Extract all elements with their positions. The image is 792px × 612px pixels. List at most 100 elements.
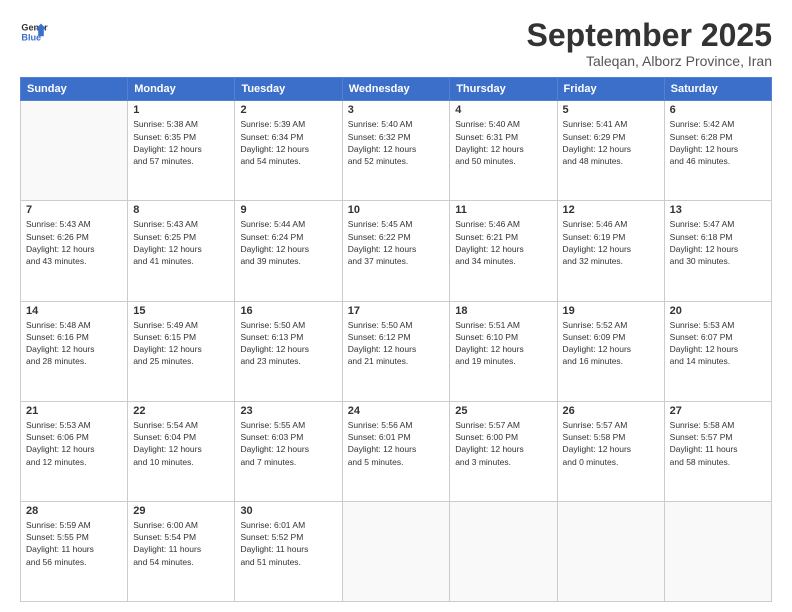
calendar-cell: 22 Sunrise: 5:54 AM Sunset: 6:04 PM Dayli…: [128, 401, 235, 501]
day-number: 21: [26, 405, 122, 417]
day-number: 15: [133, 305, 229, 317]
calendar-cell: 11Sunrise: 5:46 AM Sunset: 6:21 PM Dayli…: [450, 201, 557, 301]
day-info: Sunrise: 5:51 AM Sunset: 6:10 PM Dayligh…: [455, 319, 551, 368]
day-info: Sunrise: 5:59 AM Sunset: 5:55 PM Dayligh…: [26, 519, 122, 568]
day-number: 27: [670, 405, 766, 417]
calendar-cell: 8 Sunrise: 5:43 AM Sunset: 6:25 PM Daylig…: [128, 201, 235, 301]
calendar-cell: 27 Sunrise: 5:58 AM Sunset: 5:57 PM Dayli…: [664, 401, 771, 501]
day-info: Sunrise: 5:45 AM Sunset: 6:22 PM Dayligh…: [348, 218, 445, 267]
day-number: 2: [240, 104, 336, 116]
day-info: Sunrise: 5:40 AM Sunset: 6:32 PM Dayligh…: [348, 118, 445, 167]
day-number: 23: [240, 405, 336, 417]
header: General Blue September 2025 Taleqan, Alb…: [20, 18, 772, 69]
day-info: Sunrise: 5:47 AM Sunset: 6:18 PM Dayligh…: [670, 218, 766, 267]
title-block: September 2025 Taleqan, Alborz Province,…: [527, 18, 772, 69]
calendar-cell: 13 Sunrise: 5:47 AM Sunset: 6:18 PM Dayli…: [664, 201, 771, 301]
location-subtitle: Taleqan, Alborz Province, Iran: [527, 53, 772, 69]
calendar-week-row: 28Sunrise: 5:59 AM Sunset: 5:55 PM Dayli…: [21, 501, 772, 601]
day-number: 13: [670, 204, 766, 216]
calendar-cell: 20Sunrise: 5:53 AM Sunset: 6:07 PM Dayli…: [664, 301, 771, 401]
day-info: Sunrise: 5:43 AM Sunset: 6:25 PM Dayligh…: [133, 218, 229, 267]
svg-text:Blue: Blue: [21, 32, 41, 42]
day-number: 26: [563, 405, 659, 417]
day-info: Sunrise: 5:39 AM Sunset: 6:34 PM Dayligh…: [240, 118, 336, 167]
day-number: 30: [240, 505, 336, 517]
day-number: 24: [348, 405, 445, 417]
day-number: 12: [563, 204, 659, 216]
col-monday: Monday: [128, 78, 235, 101]
day-number: 5: [563, 104, 659, 116]
day-number: 9: [240, 204, 336, 216]
calendar-cell: [557, 501, 664, 601]
day-info: Sunrise: 5:44 AM Sunset: 6:24 PM Dayligh…: [240, 218, 336, 267]
day-number: 25: [455, 405, 551, 417]
day-info: Sunrise: 5:54 AM Sunset: 6:04 PM Dayligh…: [133, 419, 229, 468]
day-info: Sunrise: 5:55 AM Sunset: 6:03 PM Dayligh…: [240, 419, 336, 468]
calendar-cell: 16 Sunrise: 5:50 AM Sunset: 6:13 PM Dayli…: [235, 301, 342, 401]
day-number: 10: [348, 204, 445, 216]
day-number: 17: [348, 305, 445, 317]
calendar-cell: 2 Sunrise: 5:39 AM Sunset: 6:34 PM Daylig…: [235, 101, 342, 201]
day-number: 14: [26, 305, 122, 317]
day-number: 6: [670, 104, 766, 116]
calendar-cell: 26 Sunrise: 5:57 AM Sunset: 5:58 PM Dayli…: [557, 401, 664, 501]
calendar-cell: 3 Sunrise: 5:40 AM Sunset: 6:32 PM Daylig…: [342, 101, 450, 201]
calendar-cell: [21, 101, 128, 201]
calendar-week-row: 7 Sunrise: 5:43 AM Sunset: 6:26 PM Daylig…: [21, 201, 772, 301]
day-number: 29: [133, 505, 229, 517]
calendar-week-row: 21 Sunrise: 5:53 AM Sunset: 6:06 PM Dayli…: [21, 401, 772, 501]
day-info: Sunrise: 5:48 AM Sunset: 6:16 PM Dayligh…: [26, 319, 122, 368]
calendar-cell: [450, 501, 557, 601]
calendar-cell: 4Sunrise: 5:40 AM Sunset: 6:31 PM Daylig…: [450, 101, 557, 201]
day-info: Sunrise: 5:49 AM Sunset: 6:15 PM Dayligh…: [133, 319, 229, 368]
day-number: 3: [348, 104, 445, 116]
col-tuesday: Tuesday: [235, 78, 342, 101]
day-info: Sunrise: 5:53 AM Sunset: 6:07 PM Dayligh…: [670, 319, 766, 368]
day-info: Sunrise: 5:56 AM Sunset: 6:01 PM Dayligh…: [348, 419, 445, 468]
day-number: 16: [240, 305, 336, 317]
calendar-cell: 15 Sunrise: 5:49 AM Sunset: 6:15 PM Dayli…: [128, 301, 235, 401]
calendar-cell: 28Sunrise: 5:59 AM Sunset: 5:55 PM Dayli…: [21, 501, 128, 601]
calendar-cell: 30 Sunrise: 6:01 AM Sunset: 5:52 PM Dayli…: [235, 501, 342, 601]
calendar-cell: 7 Sunrise: 5:43 AM Sunset: 6:26 PM Daylig…: [21, 201, 128, 301]
day-info: Sunrise: 6:01 AM Sunset: 5:52 PM Dayligh…: [240, 519, 336, 568]
calendar-cell: 18 Sunrise: 5:51 AM Sunset: 6:10 PM Dayli…: [450, 301, 557, 401]
calendar-cell: 21 Sunrise: 5:53 AM Sunset: 6:06 PM Dayli…: [21, 401, 128, 501]
calendar-cell: 17Sunrise: 5:50 AM Sunset: 6:12 PM Dayli…: [342, 301, 450, 401]
calendar-cell: 29 Sunrise: 6:00 AM Sunset: 5:54 PM Dayli…: [128, 501, 235, 601]
calendar-cell: 24 Sunrise: 5:56 AM Sunset: 6:01 PM Dayli…: [342, 401, 450, 501]
col-sunday: Sunday: [21, 78, 128, 101]
col-thursday: Thursday: [450, 78, 557, 101]
calendar-cell: 1Sunrise: 5:38 AM Sunset: 6:35 PM Daylig…: [128, 101, 235, 201]
calendar-week-row: 1Sunrise: 5:38 AM Sunset: 6:35 PM Daylig…: [21, 101, 772, 201]
calendar-table: Sunday Monday Tuesday Wednesday Thursday…: [20, 77, 772, 602]
calendar-cell: 25Sunrise: 5:57 AM Sunset: 6:00 PM Dayli…: [450, 401, 557, 501]
day-number: 7: [26, 204, 122, 216]
calendar-cell: 12 Sunrise: 5:46 AM Sunset: 6:19 PM Dayli…: [557, 201, 664, 301]
day-info: Sunrise: 5:43 AM Sunset: 6:26 PM Dayligh…: [26, 218, 122, 267]
day-info: Sunrise: 5:46 AM Sunset: 6:19 PM Dayligh…: [563, 218, 659, 267]
col-saturday: Saturday: [664, 78, 771, 101]
day-info: Sunrise: 5:57 AM Sunset: 5:58 PM Dayligh…: [563, 419, 659, 468]
day-info: Sunrise: 5:50 AM Sunset: 6:13 PM Dayligh…: [240, 319, 336, 368]
calendar-week-row: 14 Sunrise: 5:48 AM Sunset: 6:16 PM Dayli…: [21, 301, 772, 401]
calendar-cell: 10 Sunrise: 5:45 AM Sunset: 6:22 PM Dayli…: [342, 201, 450, 301]
logo-icon: General Blue: [20, 18, 48, 46]
day-number: 18: [455, 305, 551, 317]
day-info: Sunrise: 5:53 AM Sunset: 6:06 PM Dayligh…: [26, 419, 122, 468]
day-info: Sunrise: 5:41 AM Sunset: 6:29 PM Dayligh…: [563, 118, 659, 167]
col-friday: Friday: [557, 78, 664, 101]
month-title: September 2025: [527, 18, 772, 53]
col-wednesday: Wednesday: [342, 78, 450, 101]
day-number: 4: [455, 104, 551, 116]
day-number: 19: [563, 305, 659, 317]
day-info: Sunrise: 5:58 AM Sunset: 5:57 PM Dayligh…: [670, 419, 766, 468]
calendar-cell: 6Sunrise: 5:42 AM Sunset: 6:28 PM Daylig…: [664, 101, 771, 201]
day-number: 8: [133, 204, 229, 216]
day-info: Sunrise: 6:00 AM Sunset: 5:54 PM Dayligh…: [133, 519, 229, 568]
calendar-cell: 9 Sunrise: 5:44 AM Sunset: 6:24 PM Daylig…: [235, 201, 342, 301]
day-info: Sunrise: 5:46 AM Sunset: 6:21 PM Dayligh…: [455, 218, 551, 267]
day-number: 22: [133, 405, 229, 417]
calendar-cell: 19Sunrise: 5:52 AM Sunset: 6:09 PM Dayli…: [557, 301, 664, 401]
calendar-cell: 14 Sunrise: 5:48 AM Sunset: 6:16 PM Dayli…: [21, 301, 128, 401]
